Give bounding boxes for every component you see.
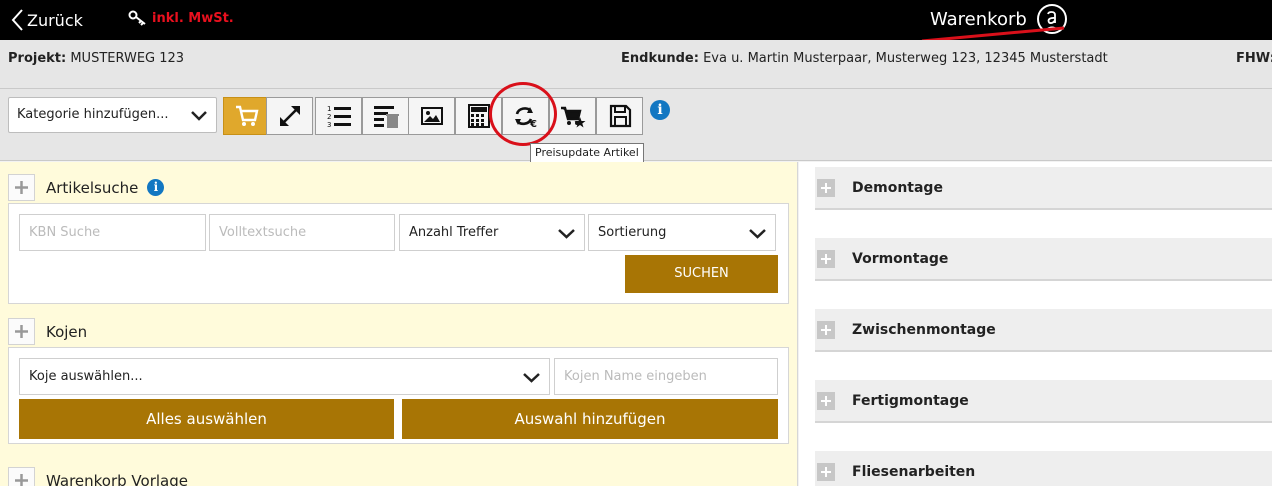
- project-label: Projekt:: [8, 51, 67, 66]
- category-fliesenarbeiten[interactable]: Fliesenarbeiten: [815, 451, 1272, 486]
- save-icon: [609, 104, 631, 128]
- chevron-down-icon: [558, 229, 575, 239]
- article-search-box: KBN Suche Volltextsuche Anzahl Treffer S…: [8, 203, 789, 304]
- booth-select[interactable]: Koje auswählen...: [19, 358, 550, 395]
- numbered-list-button[interactable]: 1 2 3: [315, 97, 362, 135]
- expand-button[interactable]: [266, 97, 313, 135]
- favorite-cart-button[interactable]: [549, 97, 596, 135]
- category-label: Zwischenmontage: [852, 321, 996, 338]
- clear-list-icon: [373, 106, 399, 128]
- info-icon[interactable]: i: [650, 100, 670, 120]
- plus-icon: [817, 320, 835, 339]
- category-vormontage[interactable]: Vormontage: [815, 238, 1272, 281]
- category-select[interactable]: Kategorie hinzufügen...: [8, 97, 217, 133]
- brand-logo-icon: [1037, 4, 1067, 34]
- numbered-list-icon: 1 2 3: [327, 105, 351, 129]
- search-button[interactable]: SUCHEN: [625, 255, 778, 293]
- plus-icon: [817, 178, 835, 197]
- image-button[interactable]: [408, 97, 455, 135]
- chevron-down-icon: [749, 229, 766, 239]
- calculator-icon: [467, 104, 490, 128]
- plus-icon: [817, 462, 835, 481]
- category-select-value: Kategorie hinzufügen...: [17, 107, 169, 122]
- customer-value: Eva u. Martin Musterpaar, Musterweg 123,…: [703, 51, 1108, 66]
- category-label: Fliesenarbeiten: [852, 463, 976, 480]
- favorite-cart-icon: [560, 106, 585, 128]
- add-to-cart-button[interactable]: [223, 97, 270, 135]
- top-bar: Zurück inkl. MwSt. Warenkorb: [0, 0, 1272, 43]
- price-update-button[interactable]: €: [502, 97, 549, 135]
- sort-select-value: Sortierung: [598, 225, 667, 240]
- plus-icon: [15, 325, 28, 338]
- booths-header: Kojen: [8, 318, 87, 345]
- kbn-search-input[interactable]: KBN Suche: [19, 214, 206, 251]
- category-zwischenmontage[interactable]: Zwischenmontage: [815, 309, 1272, 352]
- svg-text:1: 1: [327, 105, 331, 113]
- expand-icon: [279, 106, 300, 126]
- chevron-down-icon: [191, 111, 207, 121]
- project-info-bar: Projekt: MUSTERWEG 123 Endkunde: Eva u. …: [0, 40, 1272, 89]
- save-button[interactable]: [596, 97, 643, 135]
- plus-icon: [817, 249, 835, 268]
- article-search-toggle[interactable]: [8, 174, 35, 201]
- tax-toggle[interactable]: inkl. MwSt.: [128, 9, 234, 27]
- price-update-tooltip: Preisupdate Artikel: [530, 143, 644, 163]
- tax-label: inkl. MwSt.: [152, 10, 234, 26]
- fhw-info: FHW:: [1236, 51, 1272, 66]
- calculator-button[interactable]: [455, 97, 502, 135]
- customer-label: Endkunde:: [621, 51, 699, 66]
- add-to-cart-icon: [235, 105, 258, 126]
- category-fertigmontage[interactable]: Fertigmontage: [815, 380, 1272, 423]
- hits-select-value: Anzahl Treffer: [409, 225, 499, 240]
- article-search-title: Artikelsuche: [46, 178, 139, 197]
- chevron-down-icon: [523, 373, 540, 383]
- plus-icon: [15, 181, 28, 194]
- category-label: Demontage: [852, 179, 943, 196]
- plus-icon: [817, 391, 835, 410]
- plus-icon: [15, 474, 28, 486]
- category-label: Vormontage: [852, 250, 949, 267]
- svg-text:3: 3: [327, 121, 331, 129]
- customer-info: Endkunde: Eva u. Martin Musterpaar, Must…: [621, 51, 1108, 66]
- category-label: Fertigmontage: [852, 392, 969, 409]
- template-title: Warenkorb Vorlage: [46, 471, 188, 486]
- article-search-header: Artikelsuche i: [8, 174, 165, 201]
- category-demontage[interactable]: Demontage: [815, 167, 1272, 210]
- chevron-left-icon: [11, 9, 23, 31]
- clear-list-button[interactable]: [362, 97, 409, 135]
- key-icon: [128, 10, 146, 26]
- template-toggle[interactable]: [8, 467, 35, 486]
- fulltext-search-input[interactable]: Volltextsuche: [209, 214, 395, 251]
- select-all-button[interactable]: Alles auswählen: [19, 399, 394, 439]
- article-search-info-icon[interactable]: i: [147, 179, 165, 196]
- image-icon: [420, 107, 443, 125]
- booths-toggle[interactable]: [8, 318, 35, 345]
- right-panel: Demontage Vormontage Zwischenmontage Fer…: [799, 162, 1272, 486]
- project-info: Projekt: MUSTERWEG 123: [8, 51, 184, 66]
- cart-title: Warenkorb: [930, 9, 1027, 30]
- svg-text:2: 2: [327, 113, 331, 121]
- svg-text:€: €: [529, 119, 537, 129]
- project-value: MUSTERWEG 123: [70, 51, 185, 66]
- sort-select[interactable]: Sortierung: [588, 214, 776, 251]
- booths-title: Kojen: [46, 322, 88, 341]
- add-selection-button[interactable]: Auswahl hinzufügen: [402, 399, 778, 439]
- booth-select-value: Koje auswählen...: [29, 369, 143, 384]
- booths-box: Koje auswählen... Kojen Name eingeben Al…: [8, 347, 789, 444]
- booth-name-input[interactable]: Kojen Name eingeben: [554, 358, 778, 395]
- fhw-label: FHW:: [1236, 51, 1272, 66]
- template-header: Warenkorb Vorlage: [8, 467, 188, 486]
- price-update-icon: €: [514, 107, 537, 129]
- back-button[interactable]: Zurück: [10, 8, 83, 32]
- left-panel: Artikelsuche i KBN Suche Volltextsuche A…: [0, 162, 798, 486]
- hits-select[interactable]: Anzahl Treffer: [399, 214, 585, 251]
- back-label: Zurück: [27, 10, 83, 30]
